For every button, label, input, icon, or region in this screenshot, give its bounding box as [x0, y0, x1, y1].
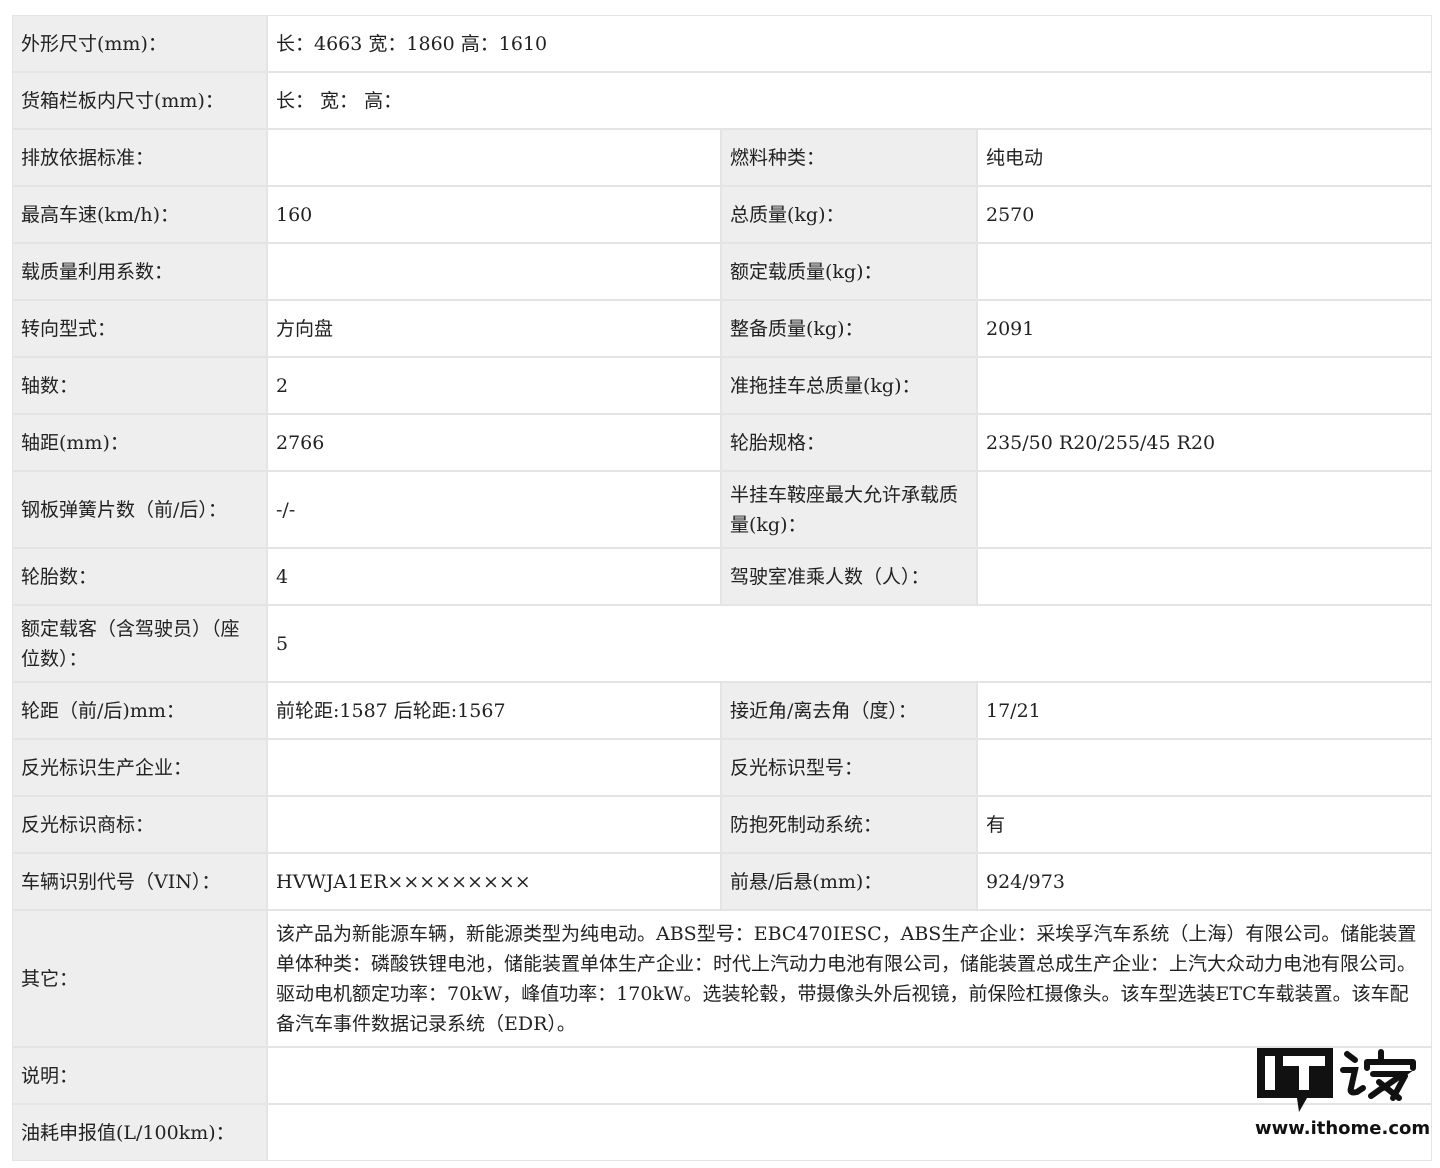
row-vin-overhang: 车辆识别代号（VIN）： HVWJA1ER××××××××× 前悬/后悬(mm)… [11, 852, 1434, 911]
row-dimensions: 外形尺寸(mm)： 长：4663 宽：1860 高：1610 [11, 14, 1434, 73]
label-emission-standard: 排放依据标准： [11, 128, 268, 187]
value-vin: HVWJA1ER××××××××× [266, 852, 722, 911]
value-saddle-load [975, 470, 1434, 549]
value-overhang: 924/973 [975, 852, 1434, 911]
row-notes: 说明： [11, 1046, 1434, 1105]
label-load-coefficient: 载质量利用系数： [11, 242, 268, 301]
label-steering: 转向型式： [11, 299, 268, 358]
row-spring-saddle: 钢板弹簧片数（前/后）： -/- 半挂车鞍座最大允许承载质量(kg)： [11, 470, 1434, 549]
label-overhang: 前悬/后悬(mm)： [720, 852, 978, 911]
row-reflector-abs: 反光标识商标： 防抱死制动系统： 有 [11, 795, 1434, 854]
value-cargo-box: 长： 宽： 高： [265, 71, 1434, 130]
label-wheelbase: 轴距(mm)： [11, 413, 268, 472]
row-tires-cab: 轮胎数： 4 驾驶室准乘人数（人）： [11, 547, 1434, 606]
label-axle-count: 轴数： [11, 356, 268, 415]
label-track-width: 轮距（前/后)mm： [11, 681, 268, 740]
value-rated-load [975, 242, 1434, 301]
row-fuel-consumption: 油耗申报值(L/100km)： [11, 1103, 1434, 1162]
row-seats: 额定载客（含驾驶员）（座位数）： 5 [11, 604, 1434, 683]
value-trailer-mass [975, 356, 1434, 415]
row-steering-curb: 转向型式： 方向盘 整备质量(kg)： 2091 [11, 299, 1434, 358]
label-saddle-load: 半挂车鞍座最大允许承载质量(kg)： [720, 470, 978, 549]
value-abs: 有 [975, 795, 1434, 854]
value-leaf-springs: -/- [266, 470, 722, 549]
value-wheelbase: 2766 [266, 413, 722, 472]
value-approach-departure: 17/21 [975, 681, 1434, 740]
label-fuel-type: 燃料种类： [720, 128, 978, 187]
value-tire-count: 4 [266, 547, 722, 606]
label-rated-load: 额定载质量(kg)： [720, 242, 978, 301]
label-leaf-springs: 钢板弹簧片数（前/后）： [11, 470, 268, 549]
label-tire-spec: 轮胎规格： [720, 413, 978, 472]
label-tire-count: 轮胎数： [11, 547, 268, 606]
ithome-watermark: www.ithome.com [1255, 1046, 1431, 1142]
row-emission-fuel: 排放依据标准： 燃料种类： 纯电动 [11, 128, 1434, 187]
row-wheelbase-tire: 轴距(mm)： 2766 轮胎规格： 235/50 R20/255/45 R20 [11, 413, 1434, 472]
label-curb-mass: 整备质量(kg)： [720, 299, 978, 358]
label-reflector-manufacturer: 反光标识生产企业： [11, 738, 268, 797]
label-reflector-model: 反光标识型号： [720, 738, 978, 797]
value-cab-occupants [975, 547, 1434, 606]
value-axle-count: 2 [266, 356, 722, 415]
row-other: 其它： 该产品为新能源车辆，新能源类型为纯电动。ABS型号：EBC470IESC… [11, 909, 1434, 1048]
vehicle-spec-table: 外形尺寸(mm)： 长：4663 宽：1860 高：1610 货箱栏板内尺寸(m… [11, 14, 1434, 1162]
row-load-coef: 载质量利用系数： 额定载质量(kg)： [11, 242, 1434, 301]
value-max-speed: 160 [266, 185, 722, 244]
label-other: 其它： [11, 909, 268, 1048]
row-cargo-box: 货箱栏板内尺寸(mm)： 长： 宽： 高： [11, 71, 1434, 130]
row-axles-trailer: 轴数： 2 准拖挂车总质量(kg)： [11, 356, 1434, 415]
value-load-coefficient [266, 242, 722, 301]
ithome-url: www.ithome.com [1255, 1118, 1431, 1139]
label-notes: 说明： [11, 1046, 268, 1105]
value-rated-passengers: 5 [265, 604, 1434, 683]
row-track-angles: 轮距（前/后)mm： 前轮距:1587 后轮距:1567 接近角/离去角（度）：… [11, 681, 1434, 740]
value-reflector-brand [266, 795, 722, 854]
value-other: 该产品为新能源车辆，新能源类型为纯电动。ABS型号：EBC470IESC，ABS… [265, 909, 1434, 1048]
value-reflector-manufacturer [266, 738, 722, 797]
value-emission-standard [266, 128, 722, 187]
value-total-mass: 2570 [975, 185, 1434, 244]
ithome-logo-icon [1257, 1048, 1416, 1112]
label-rated-passengers: 额定载客（含驾驶员）（座位数）： [11, 604, 268, 683]
label-abs: 防抱死制动系统： [720, 795, 978, 854]
row-reflector-maker: 反光标识生产企业： 反光标识型号： [11, 738, 1434, 797]
label-total-mass: 总质量(kg)： [720, 185, 978, 244]
label-max-speed: 最高车速(km/h)： [11, 185, 268, 244]
label-vin: 车辆识别代号（VIN）： [11, 852, 268, 911]
label-fuel-consumption: 油耗申报值(L/100km)： [11, 1103, 268, 1162]
row-speed-mass: 最高车速(km/h)： 160 总质量(kg)： 2570 [11, 185, 1434, 244]
value-reflector-model [975, 738, 1434, 797]
value-steering: 方向盘 [266, 299, 722, 358]
value-fuel-type: 纯电动 [975, 128, 1434, 187]
value-tire-spec: 235/50 R20/255/45 R20 [975, 413, 1434, 472]
value-dimensions: 长：4663 宽：1860 高：1610 [265, 14, 1434, 73]
value-curb-mass: 2091 [975, 299, 1434, 358]
label-cab-occupants: 驾驶室准乘人数（人）： [720, 547, 978, 606]
label-approach-departure: 接近角/离去角（度）： [720, 681, 978, 740]
label-dimensions: 外形尺寸(mm)： [11, 14, 268, 73]
value-track-width: 前轮距:1587 后轮距:1567 [266, 681, 722, 740]
label-cargo-box: 货箱栏板内尺寸(mm)： [11, 71, 268, 130]
label-trailer-mass: 准拖挂车总质量(kg)： [720, 356, 978, 415]
label-reflector-brand: 反光标识商标： [11, 795, 268, 854]
